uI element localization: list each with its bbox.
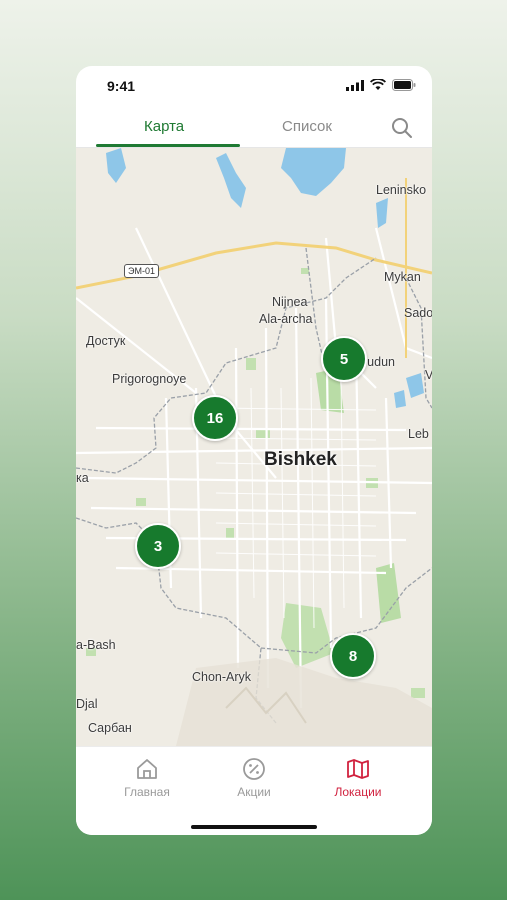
phone-screen: 9:41 Карта Список ЭМ-01 Leninsko Mykan S… [76,66,432,835]
map-label-rudun: rudun [363,355,395,369]
map-label-djal: Djal [76,697,98,711]
map-label-leb: Leb [408,427,429,441]
map-view[interactable]: ЭМ-01 Leninsko Mykan Sado Nijnea Ala-arc… [76,148,432,746]
tabbar-item-home[interactable]: Главная [97,757,197,799]
map-label-mykan: Mykan [384,270,421,284]
status-icons [346,79,416,91]
tabbar-item-locations[interactable]: Локации [308,757,408,799]
wifi-icon [370,79,386,90]
map-label-ala-archa: Ala-archa [259,312,313,326]
location-cluster-marker[interactable]: 5 [321,336,367,382]
search-icon[interactable] [390,116,414,140]
map-label-sarban: Сарбан [88,721,132,735]
bottom-tab-bar: Главная Акции Локации [76,746,432,835]
map-label-nijnea: Nijnea [272,295,308,309]
map-city-label: Bishkek [264,449,337,470]
tabbar-label-promotions: Акции [237,785,271,799]
map-label-dostuk: Достук [86,334,126,348]
home-icon [137,759,157,779]
map-icon [347,759,369,779]
status-time: 9:41 [107,78,136,94]
road-sign: ЭМ-01 [124,264,159,278]
percent-icon [243,758,265,780]
location-cluster-marker[interactable]: 3 [135,523,181,569]
top-tabs: Карта Список [76,106,432,148]
tabbar-label-locations: Локации [334,785,382,799]
map-background [76,148,432,746]
tabbar-item-promotions[interactable]: Акции [204,757,304,799]
map-label-sado: Sado [404,306,432,320]
map-label-v: V [425,368,432,382]
tabbar-label-home: Главная [124,785,170,799]
map-label-prigorognoye: Prigorognoye [112,372,187,386]
battery-icon [392,79,416,91]
signal-icon [346,79,364,91]
map-label-chon-aryk: Chon-Aryk [192,670,252,684]
location-cluster-marker[interactable]: 8 [330,633,376,679]
home-indicator [191,825,317,829]
status-bar: 9:41 [76,66,432,106]
map-label-a-bash: a-Bash [76,638,116,652]
tab-list[interactable]: Список [282,118,332,135]
map-label-leninsko: Leninsko [376,183,427,197]
map-label-ka: ка [76,471,89,485]
location-cluster-marker[interactable]: 16 [192,395,238,441]
tab-map[interactable]: Карта [144,118,184,135]
